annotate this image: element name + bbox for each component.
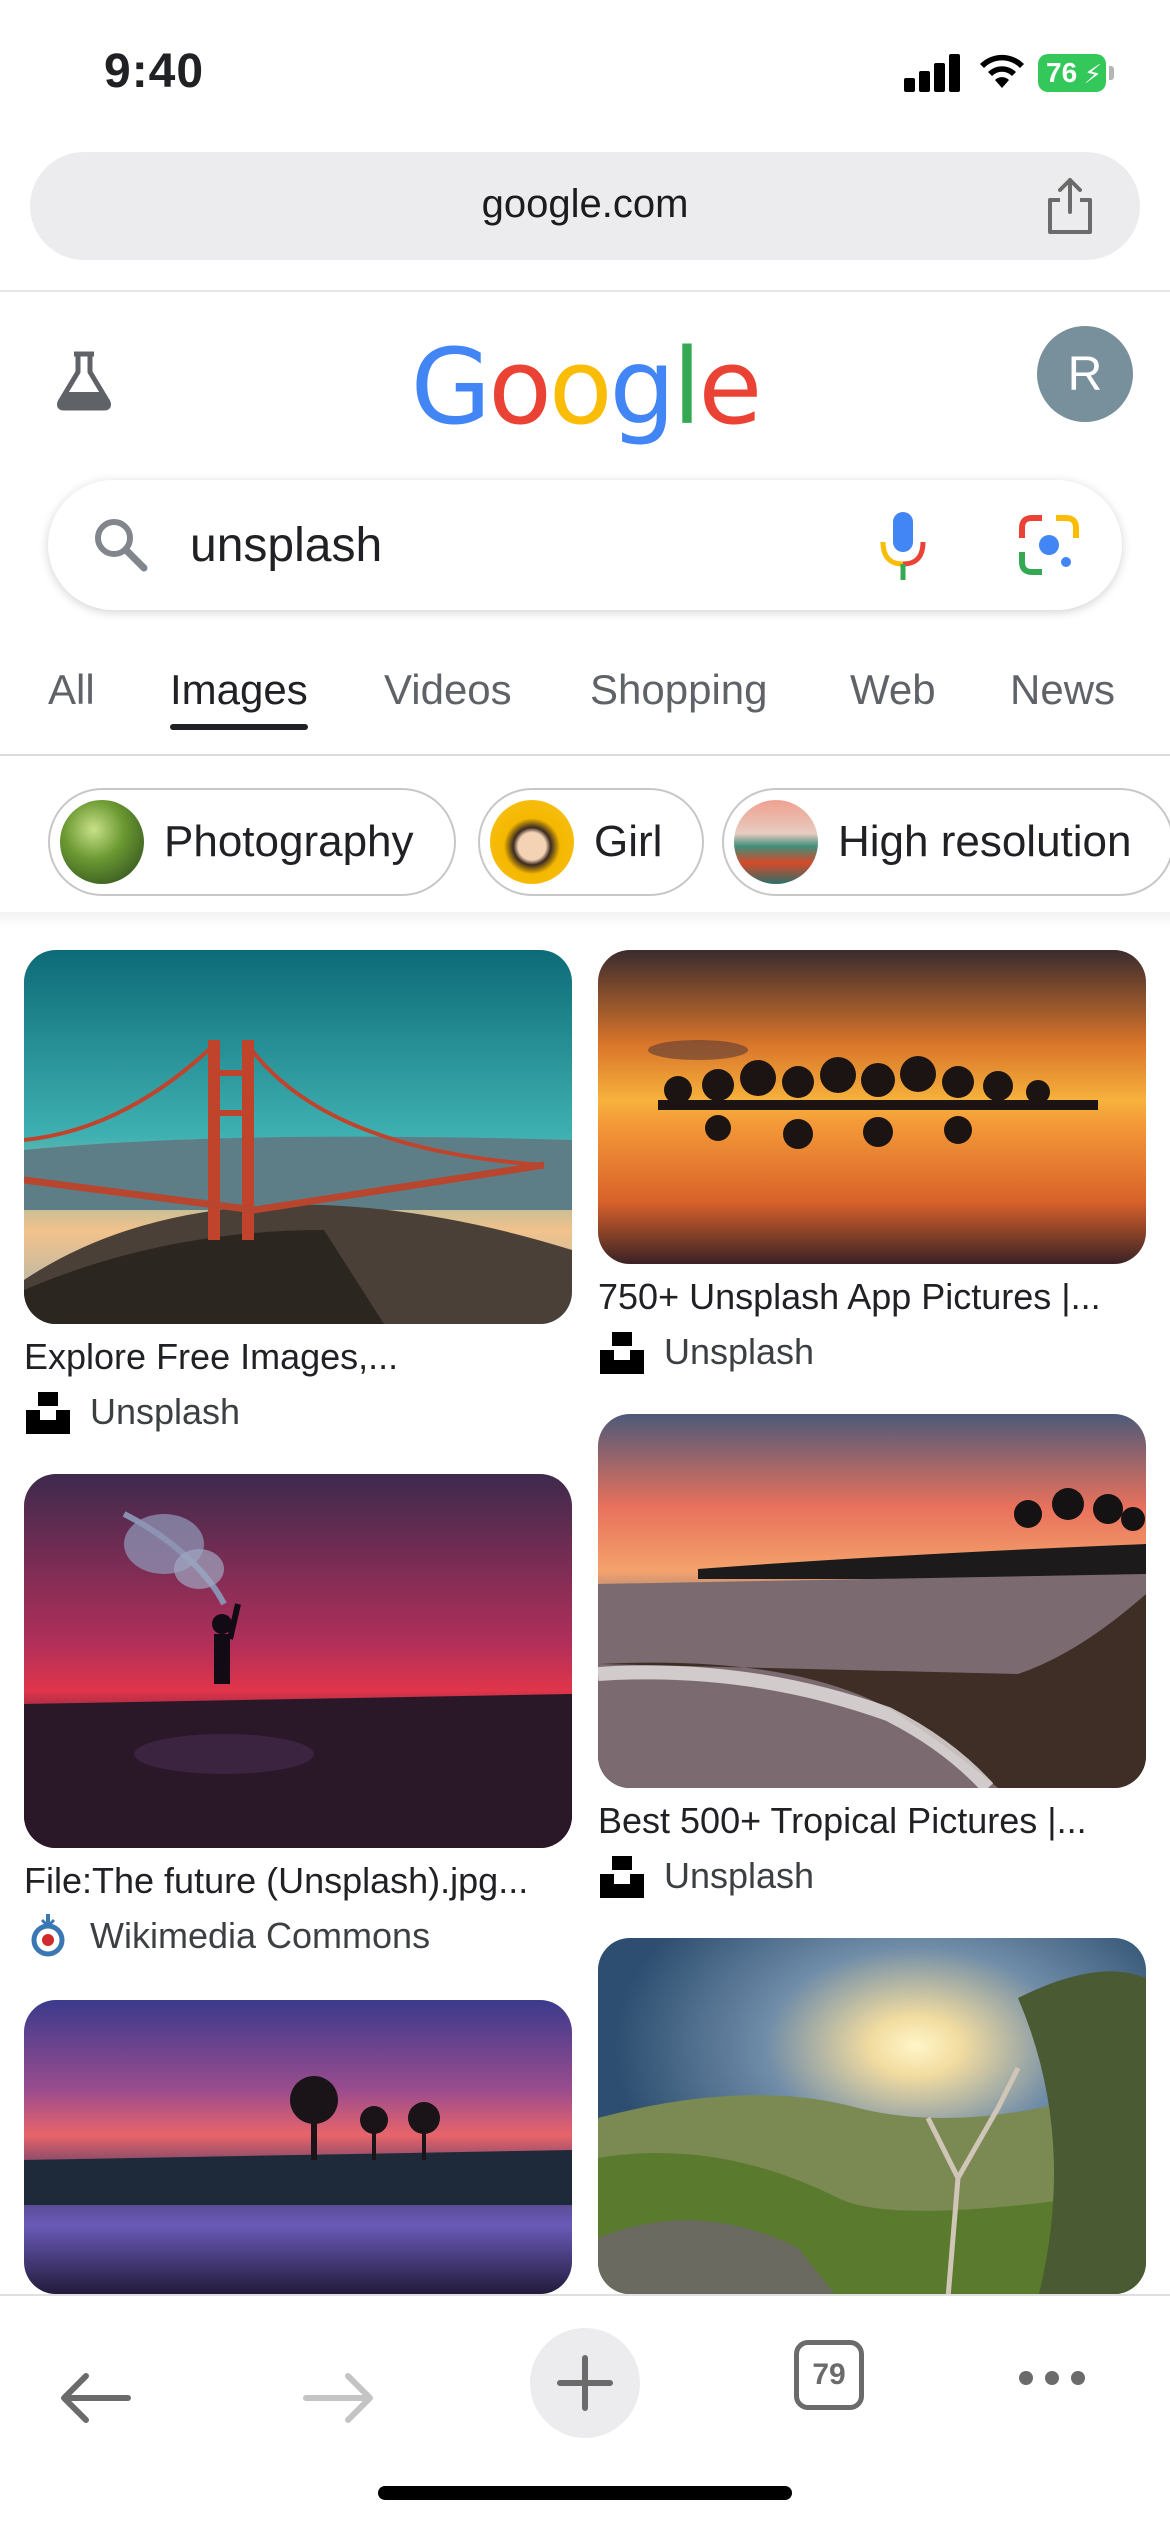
result-source[interactable]: Unsplash	[24, 1388, 240, 1436]
home-indicator	[378, 2486, 792, 2500]
google-logo: Google	[0, 326, 1170, 448]
result-source-label: Unsplash	[664, 1331, 815, 1372]
chip-photography[interactable]: Photography	[48, 788, 456, 896]
result-image[interactable]	[24, 2000, 572, 2294]
url-text: google.com	[481, 182, 689, 226]
plus-icon	[557, 2355, 613, 2411]
wikimedia-icon	[31, 1914, 65, 1957]
result-image[interactable]	[598, 950, 1146, 1264]
tab-videos[interactable]: Videos	[384, 660, 512, 756]
unsplash-icon	[26, 1392, 70, 1434]
google-lens-icon[interactable]	[1018, 514, 1080, 576]
logo-letter: g	[609, 326, 675, 448]
tab-switcher-button[interactable]: 79	[794, 2340, 864, 2410]
tabs-divider	[0, 754, 1170, 756]
result-title[interactable]: Explore Free Images,...	[24, 1336, 398, 1378]
chip-thumbnail	[490, 800, 574, 884]
chip-label: Girl	[594, 817, 663, 866]
battery-indicator: 76 ⚡	[1038, 54, 1114, 92]
forward-arrow-icon[interactable]	[298, 2366, 378, 2430]
toolbar-divider	[0, 290, 1170, 292]
wifi-icon	[980, 54, 1024, 88]
new-tab-button[interactable]	[530, 2328, 640, 2438]
chip-thumbnail	[60, 800, 144, 884]
result-title[interactable]: Best 500+ Tropical Pictures |...	[598, 1800, 1087, 1842]
result-source-label: Unsplash	[664, 1855, 815, 1896]
chip-girl[interactable]: Girl	[478, 788, 705, 896]
chip-label: High resolution	[838, 817, 1132, 866]
result-title[interactable]: 750+ Unsplash App Pictures |...	[598, 1276, 1101, 1318]
result-source[interactable]: Unsplash	[598, 1852, 814, 1900]
back-arrow-icon[interactable]	[56, 2366, 136, 2430]
status-time: 9:40	[104, 45, 205, 98]
logo-letter: e	[698, 326, 762, 448]
unsplash-icon	[600, 1856, 644, 1898]
result-source-label: Unsplash	[90, 1391, 241, 1432]
logo-letter: o	[548, 326, 613, 448]
battery-level: 76	[1046, 57, 1078, 88]
result-image[interactable]	[24, 1474, 572, 1848]
charging-bolt-icon: ⚡	[1083, 59, 1102, 89]
chip-label: Photography	[164, 817, 414, 866]
logo-letter: l	[672, 326, 702, 448]
tab-news[interactable]: News	[1010, 660, 1115, 756]
unsplash-icon	[600, 1332, 644, 1374]
search-query-text[interactable]: unsplash	[190, 518, 382, 573]
address-bar[interactable]: google.com	[30, 152, 1140, 260]
share-icon[interactable]	[1042, 176, 1098, 236]
result-source[interactable]: Wikimedia Commons	[24, 1912, 430, 1960]
tab-web[interactable]: Web	[850, 660, 936, 756]
tab-images[interactable]: Images	[170, 660, 308, 756]
result-source-label: Wikimedia Commons	[90, 1915, 431, 1956]
tab-count: 79	[812, 2358, 846, 2391]
chip-high-resolution[interactable]: High resolution	[722, 788, 1170, 896]
search-box[interactable]: unsplash	[48, 480, 1122, 610]
logo-letter: o	[488, 326, 552, 448]
logo-letter: G	[410, 326, 492, 448]
search-icon	[95, 519, 148, 572]
search-tabs: All Images Videos Shopping Web News	[0, 660, 1170, 756]
result-source[interactable]: Unsplash	[598, 1328, 814, 1376]
cellular-signal-icon	[904, 54, 960, 92]
more-options-icon[interactable]	[1016, 2358, 1088, 2398]
tab-shopping[interactable]: Shopping	[590, 660, 768, 756]
account-avatar[interactable]: R	[1037, 326, 1133, 422]
status-bar: 9:40 76 ⚡	[0, 0, 1170, 140]
result-image[interactable]	[598, 1414, 1146, 1788]
result-image[interactable]	[24, 950, 572, 1324]
chips-shadow	[0, 912, 1170, 928]
tab-all[interactable]: All	[48, 660, 95, 756]
result-image[interactable]	[598, 1938, 1146, 2294]
chip-thumbnail	[734, 800, 818, 884]
result-title[interactable]: File:The future (Unsplash).jpg...	[24, 1860, 528, 1902]
voice-search-mic-icon[interactable]	[876, 510, 930, 582]
